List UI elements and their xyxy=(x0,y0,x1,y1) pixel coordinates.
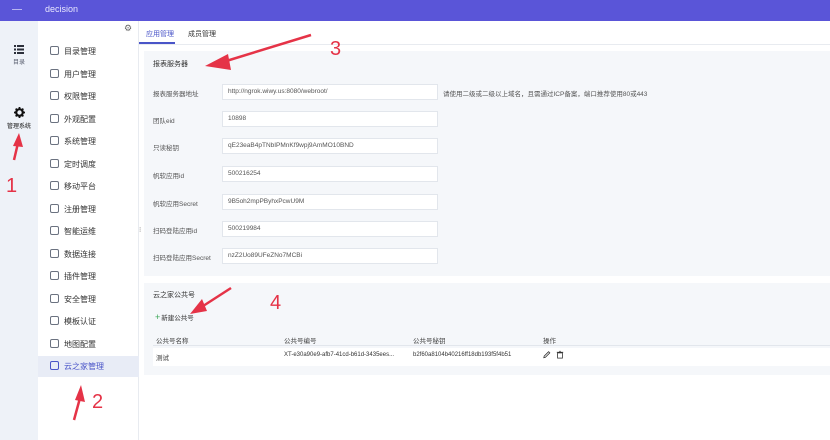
annotation-2: 2 xyxy=(92,391,104,413)
annotation-4: 4 xyxy=(270,292,282,314)
annotation-arrows xyxy=(12,33,312,421)
annotation-1: 1 xyxy=(6,175,18,197)
annotation-3: 3 xyxy=(330,38,342,60)
